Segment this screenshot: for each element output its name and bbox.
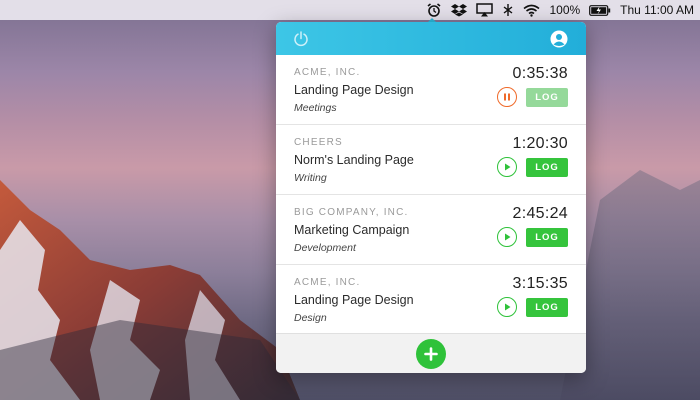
power-button[interactable] <box>293 30 309 47</box>
dropbox-icon[interactable] <box>451 0 468 20</box>
entry-controls: LOG <box>497 297 568 317</box>
battery-percentage[interactable]: 100% <box>549 3 580 17</box>
log-button[interactable]: LOG <box>526 227 568 247</box>
task-name: Meetings <box>294 102 337 114</box>
time-entry-list: ACME, INC. Landing Page Design Meetings … <box>276 55 586 335</box>
elapsed-time: 3:15:35 <box>512 275 568 292</box>
project-name: Landing Page Design <box>294 293 414 307</box>
project-name: Marketing Campaign <box>294 223 410 237</box>
play-icon <box>505 303 511 311</box>
menu-bar: 100% Thu 11:00 AM <box>0 0 700 20</box>
pause-icon <box>504 93 510 101</box>
plus-icon <box>424 346 438 361</box>
app-icon[interactable] <box>502 0 514 20</box>
user-profile-icon <box>550 30 568 47</box>
airplay-icon[interactable] <box>476 0 494 20</box>
play-icon <box>505 233 511 241</box>
elapsed-time: 2:45:24 <box>512 205 568 222</box>
popover-footer <box>276 333 586 373</box>
log-button[interactable]: LOG <box>526 87 568 107</box>
profile-button[interactable] <box>550 30 568 48</box>
add-entry-button[interactable] <box>416 338 446 369</box>
project-name: Landing Page Design <box>294 83 414 97</box>
time-entry: ACME, INC. Landing Page Design Design 3:… <box>276 265 586 335</box>
client-name: ACME, INC. <box>294 67 361 78</box>
log-button[interactable]: LOG <box>526 157 568 177</box>
power-icon <box>294 30 308 46</box>
entry-details: CHEERS Norm's Landing Page Writing <box>294 136 494 185</box>
task-name: Design <box>294 312 327 324</box>
entry-timer: 2:45:24 LOG <box>497 204 568 247</box>
time-entry: BIG COMPANY, INC. Marketing Campaign Dev… <box>276 195 586 265</box>
battery-icon[interactable] <box>589 0 611 20</box>
log-button[interactable]: LOG <box>526 297 568 317</box>
project-name: Norm's Landing Page <box>294 153 414 167</box>
elapsed-time: 0:35:38 <box>512 65 568 82</box>
client-name: ACME, INC. <box>294 277 361 288</box>
time-entry: CHEERS Norm's Landing Page Writing 1:20:… <box>276 125 586 195</box>
entry-details: BIG COMPANY, INC. Marketing Campaign Dev… <box>294 206 494 255</box>
entry-timer: 0:35:38 LOG <box>497 64 568 107</box>
play-button[interactable] <box>497 227 517 247</box>
entry-timer: 1:20:30 LOG <box>497 134 568 177</box>
entry-details: ACME, INC. Landing Page Design Design <box>294 276 494 325</box>
time-entry: ACME, INC. Landing Page Design Meetings … <box>276 55 586 125</box>
play-icon <box>505 163 511 171</box>
client-name: BIG COMPANY, INC. <box>294 207 409 218</box>
client-name: CHEERS <box>294 137 343 148</box>
alarm-clock-icon[interactable] <box>426 0 442 20</box>
entry-controls: LOG <box>497 87 568 107</box>
timer-popover: ACME, INC. Landing Page Design Meetings … <box>276 22 586 373</box>
elapsed-time: 1:20:30 <box>512 135 568 152</box>
menu-bar-clock[interactable]: Thu 11:00 AM <box>620 3 694 17</box>
task-name: Writing <box>294 172 327 184</box>
popover-header <box>276 22 586 55</box>
entry-controls: LOG <box>497 157 568 177</box>
pause-button[interactable] <box>497 87 517 107</box>
entry-details: ACME, INC. Landing Page Design Meetings <box>294 66 494 115</box>
wifi-icon[interactable] <box>523 0 540 20</box>
entry-controls: LOG <box>497 227 568 247</box>
play-button[interactable] <box>497 297 517 317</box>
entry-timer: 3:15:35 LOG <box>497 274 568 317</box>
task-name: Development <box>294 242 356 254</box>
play-button[interactable] <box>497 157 517 177</box>
